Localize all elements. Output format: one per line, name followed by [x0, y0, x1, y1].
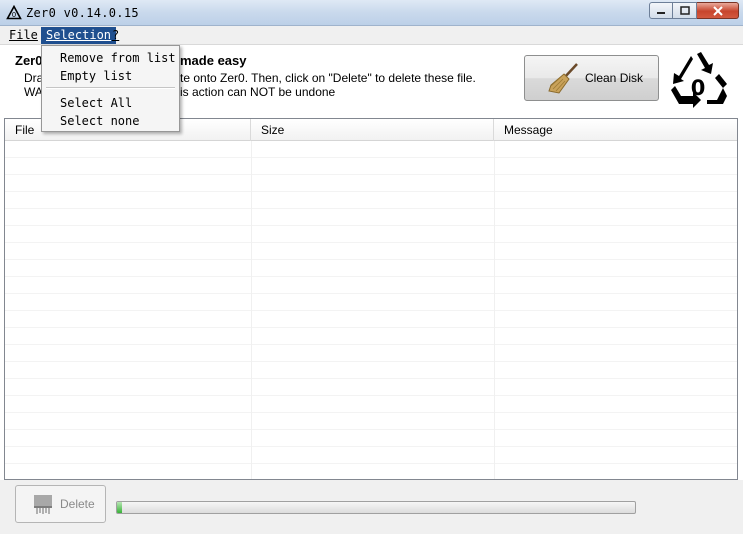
menu-selection[interactable]: Selection	[41, 27, 117, 44]
column-size[interactable]: Size	[251, 119, 494, 141]
clean-disk-button[interactable]: Clean Disk	[524, 55, 659, 101]
maximize-button[interactable]	[673, 2, 697, 19]
title-bar[interactable]: 0 Zer0 v0.14.0.15	[0, 0, 743, 26]
menu-item-select-none[interactable]: Select none	[60, 113, 139, 129]
delete-button[interactable]: Delete	[15, 485, 106, 523]
recycle-icon: 0	[671, 52, 727, 108]
broom-icon	[548, 63, 578, 94]
column-divider	[251, 141, 252, 479]
close-button[interactable]	[697, 2, 739, 19]
column-message[interactable]: Message	[494, 119, 737, 141]
menu-separator	[46, 87, 175, 89]
column-divider	[494, 141, 495, 479]
file-list[interactable]: File Size Message	[4, 118, 738, 480]
maximize-icon	[679, 6, 690, 15]
header-line2-end: is action can NOT be undone	[180, 85, 336, 99]
menu-item-remove-from-list[interactable]: Remove from list	[60, 50, 176, 66]
logo-text: 0	[691, 76, 706, 100]
progress-bar	[116, 501, 636, 514]
list-rows[interactable]	[5, 141, 737, 479]
menu-item-empty-list[interactable]: Empty list	[60, 68, 132, 84]
recycle-icon: 0	[6, 5, 22, 20]
menu-item-select-all[interactable]: Select All	[60, 95, 132, 111]
header-title-end: made easy	[180, 53, 247, 68]
window-title: Zer0 v0.14.0.15	[26, 6, 139, 20]
menu-file[interactable]: File	[4, 27, 43, 44]
progress-fill	[117, 502, 123, 513]
menu-bar: File Selection ?	[0, 26, 743, 45]
selection-menu: Remove from list Empty list Select All S…	[41, 45, 180, 132]
minimize-icon	[657, 11, 665, 14]
header-title-start: Zer0	[15, 53, 43, 68]
header-line1-end: te onto Zer0. Then, click on "Delete" to…	[180, 71, 476, 85]
close-icon	[712, 5, 723, 16]
window-controls	[649, 2, 739, 20]
menu-help[interactable]: ?	[107, 27, 124, 44]
bottom-panel: Delete	[0, 480, 743, 534]
delete-label: Delete	[60, 497, 95, 511]
shredder-icon	[34, 495, 52, 514]
svg-text:0: 0	[12, 11, 16, 19]
minimize-button[interactable]	[649, 2, 673, 19]
clean-disk-label: Clean Disk	[585, 71, 644, 85]
